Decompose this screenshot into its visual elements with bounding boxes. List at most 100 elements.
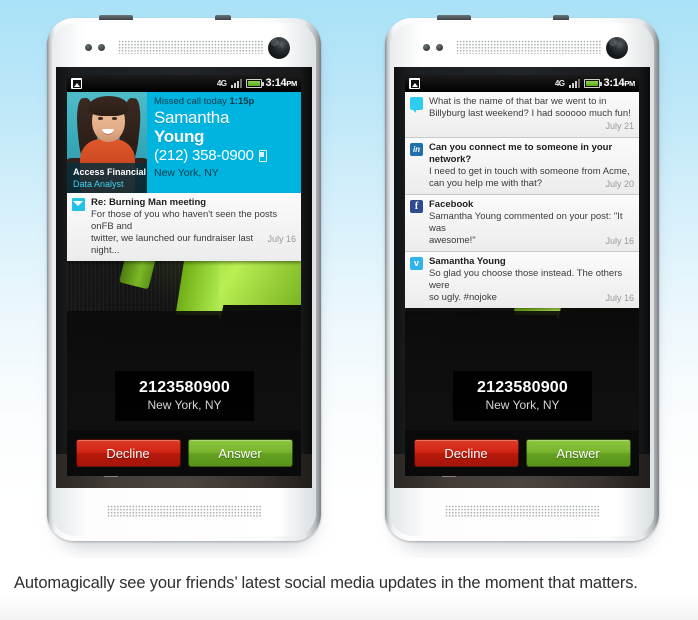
earpiece-grille-icon [456,40,602,54]
email-icon [72,198,85,211]
call-number: 2123580900 [477,379,568,396]
device-bottom-face [390,488,654,536]
status-system-icons: 4G 3:14PM [555,75,635,92]
notification-line-1: What is the name of that bar we went to … [429,96,607,107]
notification-date: July 16 [605,236,634,246]
notification-date: July 16 [267,234,296,244]
battery-icon [583,79,602,88]
promo-stage: 2123580900 New York, NY Decline Answer 4… [0,0,698,558]
device-top-face [52,23,316,67]
notification-line-1: I need to get in touch with someone from… [429,166,630,177]
list-item[interactable]: f Facebook Samantha Young commented on y… [405,195,639,252]
caption-area: Automagically see your friends’ latest s… [0,558,698,620]
volume-button[interactable] [99,15,133,20]
status-notification-icons [71,78,82,89]
signal-bars-icon [230,79,242,88]
call-number: 2123580900 [139,379,230,396]
caller-details: Missed call today 1:15p Samantha Young (… [147,92,301,193]
notification-body: Can you connect me to someone in your ne… [429,142,634,190]
notification-body: Facebook Samantha Young commented on you… [429,199,634,247]
bottom-speaker-grille-icon [107,505,262,518]
notification-line-2: July 20 can you help me with that? [429,178,634,189]
phone-screen-right: 2123580900 New York, NY Decline Answer 4… [405,75,639,476]
sms-message-icon [410,97,423,113]
answer-button[interactable]: Answer [187,439,293,467]
facebook-icon: f [410,200,423,213]
notification-title: Re: Burning Man meeting [91,197,207,208]
notification-body: Re: Burning Man meeting For those of you… [91,197,296,257]
notification-line-1: So glad you choose those instead. The ot… [429,268,623,291]
network-type-icon: 4G [554,78,565,88]
mobile-phone-icon [258,150,267,162]
device-top-face [390,23,654,67]
phone-screen-left: 2123580900 New York, NY Decline Answer 4… [67,75,301,476]
call-location: New York, NY [485,398,560,412]
status-clock: 3:14PM [603,77,636,89]
call-action-bar: Decline Answer [67,430,301,476]
call-location: New York, NY [147,398,222,412]
earpiece-grille-icon [118,40,264,54]
power-button[interactable] [553,15,569,20]
notification-date: July 20 [605,179,634,189]
power-button[interactable] [215,15,231,20]
contact-role: Data Analyst [73,179,124,189]
twitter-icon: ᴠ [410,257,423,270]
notification-line-2: Billyburg last weekend? I had sooooo muc… [429,108,631,119]
caller-phone-number: (212) 358-0900 [154,146,301,166]
front-camera-icon [606,37,628,59]
list-item[interactable]: in Can you connect me to someone in your… [405,138,639,195]
bottom-speaker-grille-icon [445,505,600,518]
call-number-plate: 2123580900 New York, NY [453,371,592,421]
notification-date: July 16 [605,293,634,303]
notification-date: July 21 [605,121,634,131]
caller-first-name: Samantha [154,108,230,127]
notification-list-left: Re: Burning Man meeting For those of you… [67,193,301,261]
notification-title: Can you connect me to someone in your ne… [429,142,613,165]
network-type-icon: 4G [216,78,227,88]
proximity-sensor-icon [85,44,109,51]
phone-device-left: 2123580900 New York, NY Decline Answer 4… [47,15,321,548]
notification-title: Samantha Young [429,256,506,267]
notification-line-2: July 16 awesome!" [429,235,634,246]
phone-device-right: 2123580900 New York, NY Decline Answer 4… [385,15,659,548]
notification-body: Samantha Young So glad you choose those … [429,256,634,304]
device-bottom-face [52,488,316,536]
answer-button[interactable]: Answer [525,439,631,467]
list-item[interactable]: ᴠ Samantha Young So glad you choose thos… [405,252,639,308]
device-body: 2123580900 New York, NY Decline Answer 4… [385,15,659,541]
list-item[interactable]: What is the name of that bar we went to … [405,92,639,138]
battery-icon [245,79,264,88]
notification-line-2: July 16 so ugly. #nojoke [429,292,634,303]
promo-caption: Automagically see your friends’ latest s… [14,574,638,592]
device-body: 2123580900 New York, NY Decline Answer 4… [47,15,321,541]
call-action-bar: Decline Answer [405,430,639,476]
decline-button[interactable]: Decline [413,439,519,467]
notification-list-right: What is the name of that bar we went to … [405,92,639,308]
notification-line-1: Samantha Young commented on your post: "… [429,211,623,234]
status-bar: 4G 3:14PM [67,75,301,92]
decline-button[interactable]: Decline [75,439,181,467]
notification-line-2: July 16 twitter, we launched our fundrais… [91,233,296,256]
front-camera-icon [268,37,290,59]
status-system-icons: 4G 3:14PM [217,75,297,92]
contact-photo: Access Financial Data Analyst [67,92,147,193]
signal-bars-icon [568,79,580,88]
image-icon [409,78,420,89]
missed-call-label: Missed call today 1:15p [154,96,255,107]
volume-button[interactable] [437,15,471,20]
caller-location: New York, NY [154,167,219,179]
call-number-plate: 2123580900 New York, NY [115,371,254,421]
caller-last-name: Young [154,127,205,146]
contact-employment: Access Financial Data Analyst [67,163,147,193]
status-clock: 3:14PM [265,77,298,89]
proximity-sensor-icon [423,44,447,51]
screen-bezel: 2123580900 New York, NY Decline Answer 4… [56,67,312,488]
list-item[interactable]: Re: Burning Man meeting For those of you… [67,193,301,261]
notification-title: Facebook [429,199,474,210]
screen-bezel: 2123580900 New York, NY Decline Answer 4… [394,67,650,488]
notification-line-1: For those of you who haven't seen the po… [91,209,278,232]
status-notification-icons [409,78,420,89]
status-bar: 4G 3:14PM [405,75,639,92]
image-icon [71,78,82,89]
incoming-caller-card: Access Financial Data Analyst Missed cal… [67,92,301,193]
